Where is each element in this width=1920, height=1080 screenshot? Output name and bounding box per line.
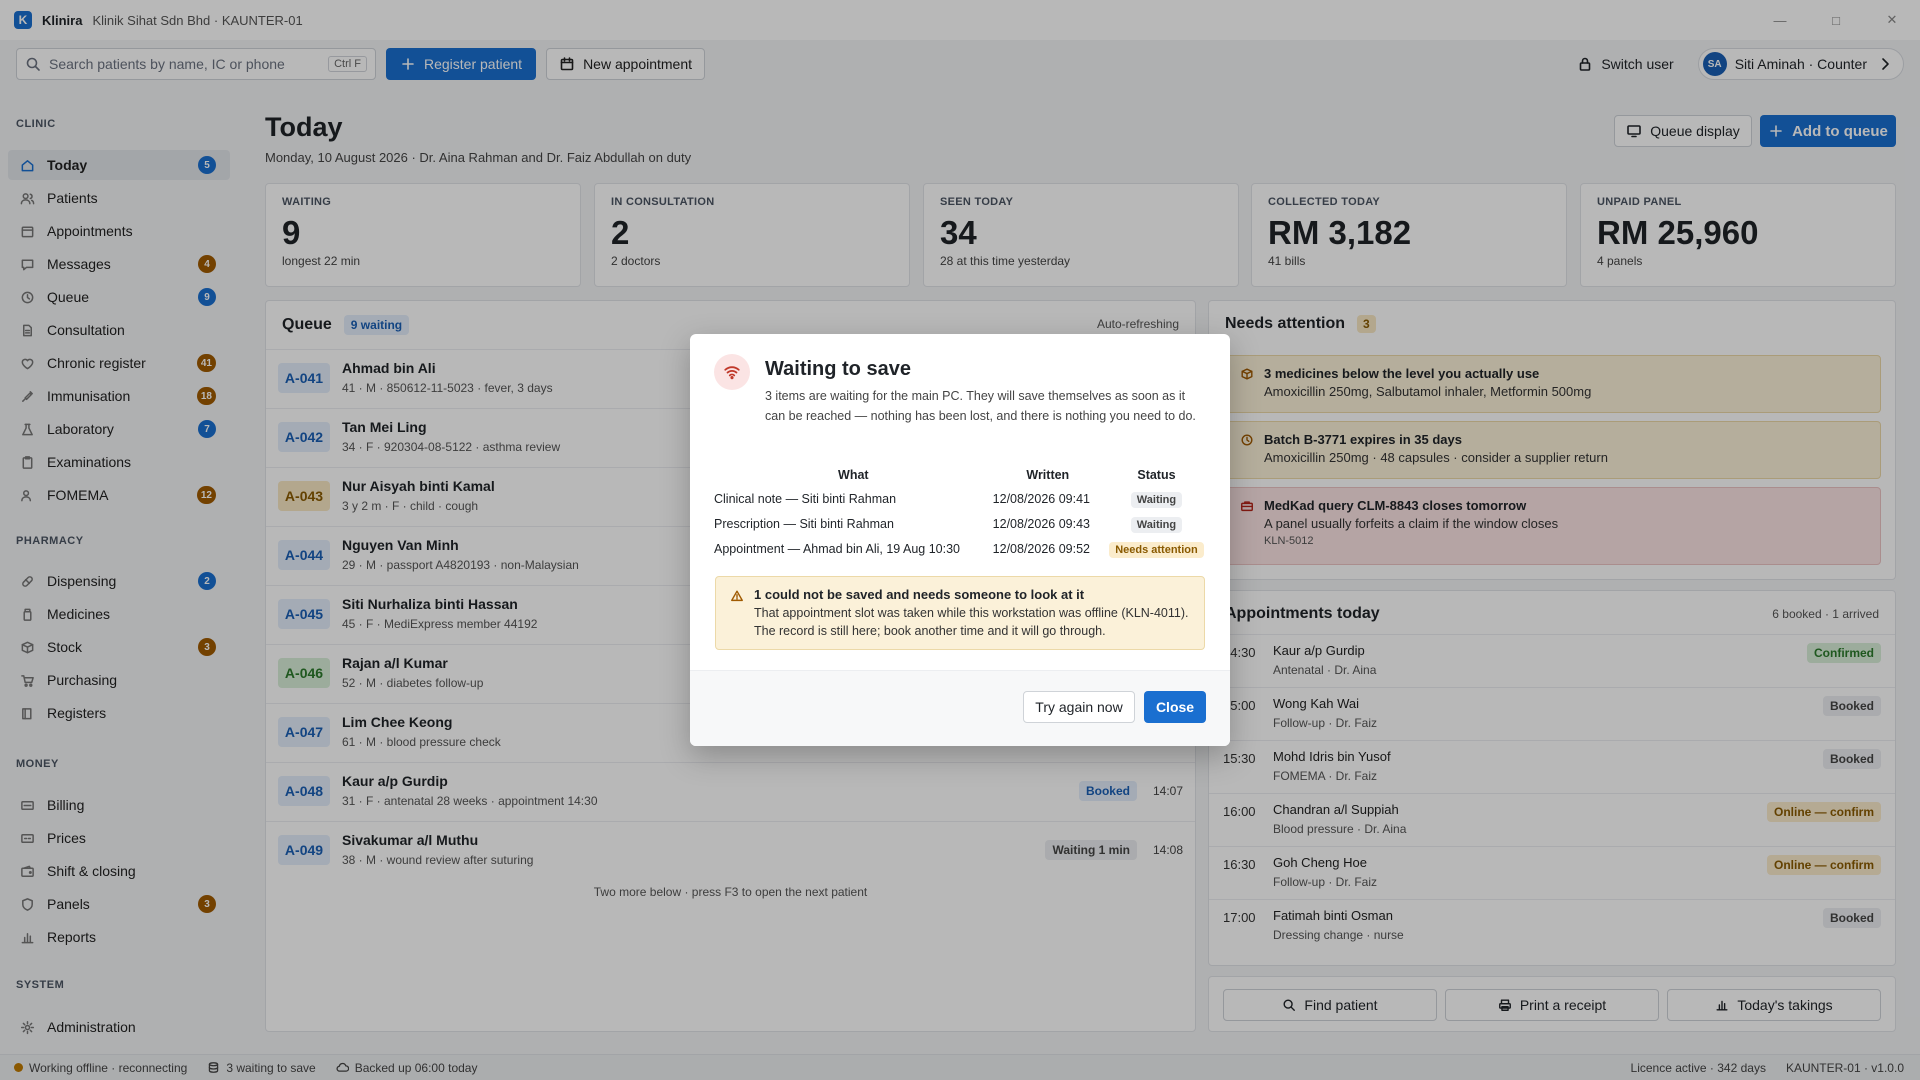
- pending-item-status: Needs attention: [1109, 541, 1204, 558]
- warning-body: That appointment slot was taken while th…: [754, 606, 1189, 638]
- try-again-button[interactable]: Try again now: [1023, 691, 1135, 723]
- pending-item-written: 12/08/2026 09:52: [992, 541, 1090, 556]
- pending-item-what: Clinical note — Siti binti Rahman: [714, 491, 897, 506]
- table-row: Prescription — Siti binti Rahman 12/08/2…: [714, 511, 1210, 536]
- waiting-to-save-dialog: Waiting to save 3 items are waiting for …: [690, 334, 1230, 746]
- column-status: Status: [1137, 468, 1176, 482]
- pending-item-what: Appointment — Ahmad bin Ali, 19 Aug 10:3…: [714, 541, 961, 556]
- pending-item-written: 12/08/2026 09:43: [992, 516, 1090, 531]
- close-dialog-button[interactable]: Close: [1144, 691, 1206, 723]
- dialog-title: Waiting to save: [765, 358, 911, 380]
- column-written: Written: [1026, 468, 1070, 482]
- dialog-footer: Try again now Close: [690, 670, 1230, 746]
- dialog-body: 3 items are waiting for the main PC. The…: [765, 389, 1196, 423]
- warning-icon: [731, 590, 743, 602]
- table-row: Appointment — Ahmad bin Ali, 19 Aug 10:3…: [714, 536, 1210, 561]
- pending-item-status: Waiting: [1130, 516, 1183, 533]
- pending-items-table: What Written Status Clinical note — Siti…: [714, 464, 1210, 561]
- pending-item-written: 12/08/2026 09:41: [992, 491, 1090, 506]
- save-failure-warning: 1 could not be saved and needs someone t…: [715, 576, 1205, 650]
- pending-item-what: Prescription — Siti binti Rahman: [714, 516, 894, 531]
- column-what: What: [838, 468, 869, 482]
- wifi-offline-icon: [714, 354, 750, 390]
- table-row: Clinical note — Siti binti Rahman 12/08/…: [714, 486, 1210, 511]
- warning-title: 1 could not be saved and needs someone t…: [754, 587, 1085, 602]
- pending-item-status: Waiting: [1130, 491, 1183, 508]
